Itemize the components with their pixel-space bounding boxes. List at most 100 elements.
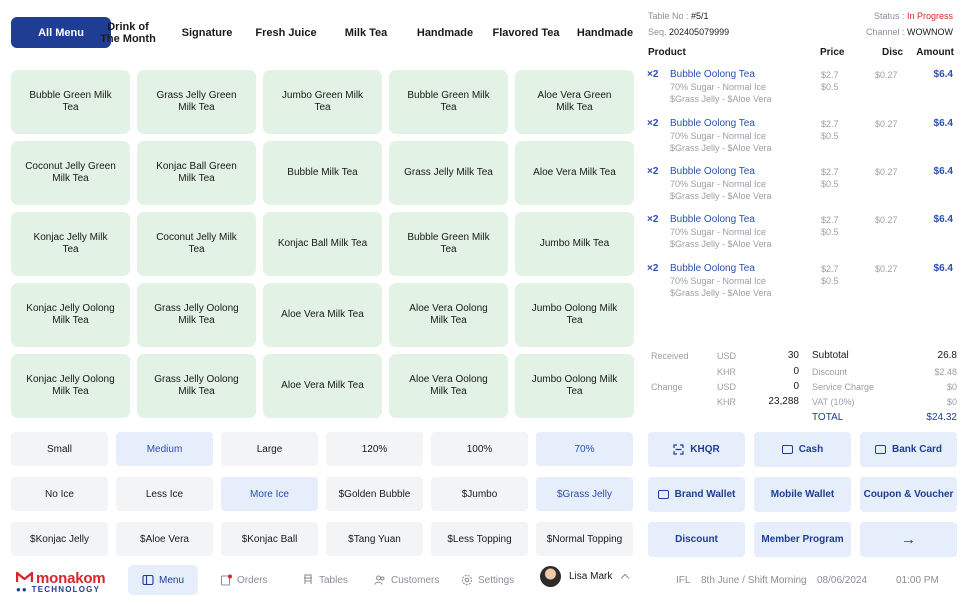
vat-label: VAT (10%) [812,397,855,407]
sugar-70-option[interactable]: 70% [536,432,633,466]
category-milk-tea[interactable]: Milk Tea [336,17,396,48]
product-tile[interactable]: Grass Jelly Milk Tea [389,141,508,205]
column-product: Product [648,47,686,58]
received-usd-label: USD [717,351,737,361]
change-usd-value: 0 [793,381,799,392]
product-tile[interactable]: Coconut Jelly Milk Tea [137,212,256,276]
product-tile[interactable]: Aloe Vera Oolong Milk Tea [389,283,508,347]
topping-golden-bubble-option[interactable]: $Golden Bubble [326,477,423,511]
category-flavored-tea[interactable]: Flavored Tea [490,17,562,48]
item-amount: $6.4 [933,118,953,129]
topping-tang-yuan-option[interactable]: $Tang Yuan [326,522,423,556]
bank-card-button[interactable]: Bank Card [860,432,957,467]
size-small-option[interactable]: Small [11,432,108,466]
normal-topping-option[interactable]: $Normal Topping [536,522,633,556]
category-all-menu[interactable]: All Menu [11,17,111,48]
size-medium-option[interactable]: Medium [116,432,213,466]
category-fresh-juice[interactable]: Fresh Juice [252,17,320,48]
item-quantity: ×2 [647,166,659,177]
category-drink-of-the-month[interactable]: Drink of The Month [98,17,158,48]
logo-tagline: TECHNOLOGY [31,585,101,594]
product-tile[interactable]: Konjac Ball Green Milk Tea [137,141,256,205]
item-price: $2.7 [821,70,839,80]
nav-tables[interactable]: Tables [302,565,348,595]
item-topping-price: $0.5 [821,276,839,286]
nav-orders[interactable]: Orders [220,565,268,595]
mobile-wallet-button[interactable]: Mobile Wallet [754,477,851,512]
topping-aloe-vera-option[interactable]: $Aloe Vera [116,522,213,556]
topping-grass-jelly-option[interactable]: $Grass Jelly [536,477,633,511]
nav-orders-label: Orders [237,574,268,586]
product-tile[interactable]: Bubble Green Milk Tea [389,70,508,134]
nav-customers-label: Customers [391,574,440,586]
product-tile[interactable]: Jumbo Oolong Milk Tea [515,354,634,418]
received-khr-label: KHR [717,367,737,377]
vat-value: $0 [946,397,957,407]
nav-tables-label: Tables [319,574,348,586]
product-tile[interactable]: Coconut Jelly Green Milk Tea [11,141,130,205]
coupon-voucher-button[interactable]: Coupon & Voucher [860,477,957,512]
topping-jumbo-option[interactable]: $Jumbo [431,477,528,511]
item-toppings: $Grass Jelly - $Aloe Vera [670,143,772,153]
cash-button[interactable]: Cash [754,432,851,467]
change-khr-value: 23,288 [768,396,799,407]
item-discount: $0.27 [875,70,898,80]
order-line-item[interactable]: ×2 Bubble Oolong Tea 70% Sugar - Normal … [647,166,957,210]
item-name: Bubble Oolong Tea [670,214,755,225]
product-tile[interactable]: Bubble Green Milk Tea [11,70,130,134]
sequence-number: Seq. 202405079999 [648,27,730,37]
product-tile[interactable]: Grass Jelly Green Milk Tea [137,70,256,134]
product-tile[interactable]: Konjac Jelly Milk Tea [11,212,130,276]
discount-button[interactable]: Discount [648,522,745,557]
product-tile[interactable]: Grass Jelly Oolong Milk Tea [137,354,256,418]
product-tile[interactable]: Bubble Green Milk Tea [389,212,508,276]
received-label: Received [651,351,689,361]
product-tile[interactable]: Jumbo Milk Tea [515,212,634,276]
less-topping-option[interactable]: $Less Topping [431,522,528,556]
product-tile[interactable]: Bubble Milk Tea [263,141,382,205]
customers-icon [374,575,385,585]
less-ice-option[interactable]: Less Ice [116,477,213,511]
card-icon [874,445,886,454]
topping-konjac-ball-option[interactable]: $Konjac Ball [221,522,318,556]
product-tile[interactable]: Aloe Vera Milk Tea [515,141,634,205]
nav-menu[interactable]: Menu [128,565,199,595]
product-tile[interactable]: Aloe Vera Green Milk Tea [515,70,634,134]
product-tile[interactable]: Aloe Vera Milk Tea [263,354,382,418]
category-signature[interactable]: Signature [176,17,238,48]
logo-dots-icon: ●● [16,585,28,594]
item-price: $2.7 [821,264,839,274]
category-handmade[interactable]: Handmade [412,17,478,48]
item-toppings: $Grass Jelly - $Aloe Vera [670,191,772,201]
product-tile[interactable]: Konjac Jelly Oolong Milk Tea [11,283,130,347]
nav-customers[interactable]: Customers [374,565,439,595]
order-line-item[interactable]: ×2 Bubble Oolong Tea 70% Sugar - Normal … [647,118,957,162]
product-tile[interactable]: Konjac Jelly Oolong Milk Tea [11,354,130,418]
order-line-item[interactable]: ×2 Bubble Oolong Tea 70% Sugar - Normal … [647,214,957,258]
order-line-item[interactable]: ×2 Bubble Oolong Tea 70% Sugar - Normal … [647,69,957,113]
table-number-value: #5/1 [691,11,709,21]
khqr-button[interactable]: KHQR [648,432,745,467]
sugar-120-option[interactable]: 120% [326,432,423,466]
product-tile[interactable]: Grass Jelly Oolong Milk Tea [137,283,256,347]
order-line-item[interactable]: ×2 Bubble Oolong Tea 70% Sugar - Normal … [647,263,957,307]
product-tile[interactable]: Jumbo Green Milk Tea [263,70,382,134]
user-menu[interactable]: Lisa Mark [540,566,630,587]
product-tile[interactable]: Konjac Ball Milk Tea [263,212,382,276]
next-button[interactable]: → [860,522,957,557]
brand-wallet-button[interactable]: Brand Wallet [648,477,745,512]
more-ice-option[interactable]: More Ice [221,477,318,511]
size-large-option[interactable]: Large [221,432,318,466]
no-ice-option[interactable]: No Ice [11,477,108,511]
category-handmade-2[interactable]: Handmade [572,17,638,48]
item-quantity: ×2 [647,263,659,274]
product-grid: Bubble Green Milk Tea Grass Jelly Green … [11,70,634,418]
nav-settings[interactable]: Settings [461,565,514,595]
product-tile[interactable]: Jumbo Oolong Milk Tea [515,283,634,347]
product-tile[interactable]: Aloe Vera Oolong Milk Tea [389,354,508,418]
sugar-100-option[interactable]: 100% [431,432,528,466]
product-tile[interactable]: Aloe Vera Milk Tea [263,283,382,347]
item-discount: $0.27 [875,264,898,274]
member-program-button[interactable]: Member Program [754,522,851,557]
topping-konjac-jelly-option[interactable]: $Konjac Jelly [11,522,108,556]
